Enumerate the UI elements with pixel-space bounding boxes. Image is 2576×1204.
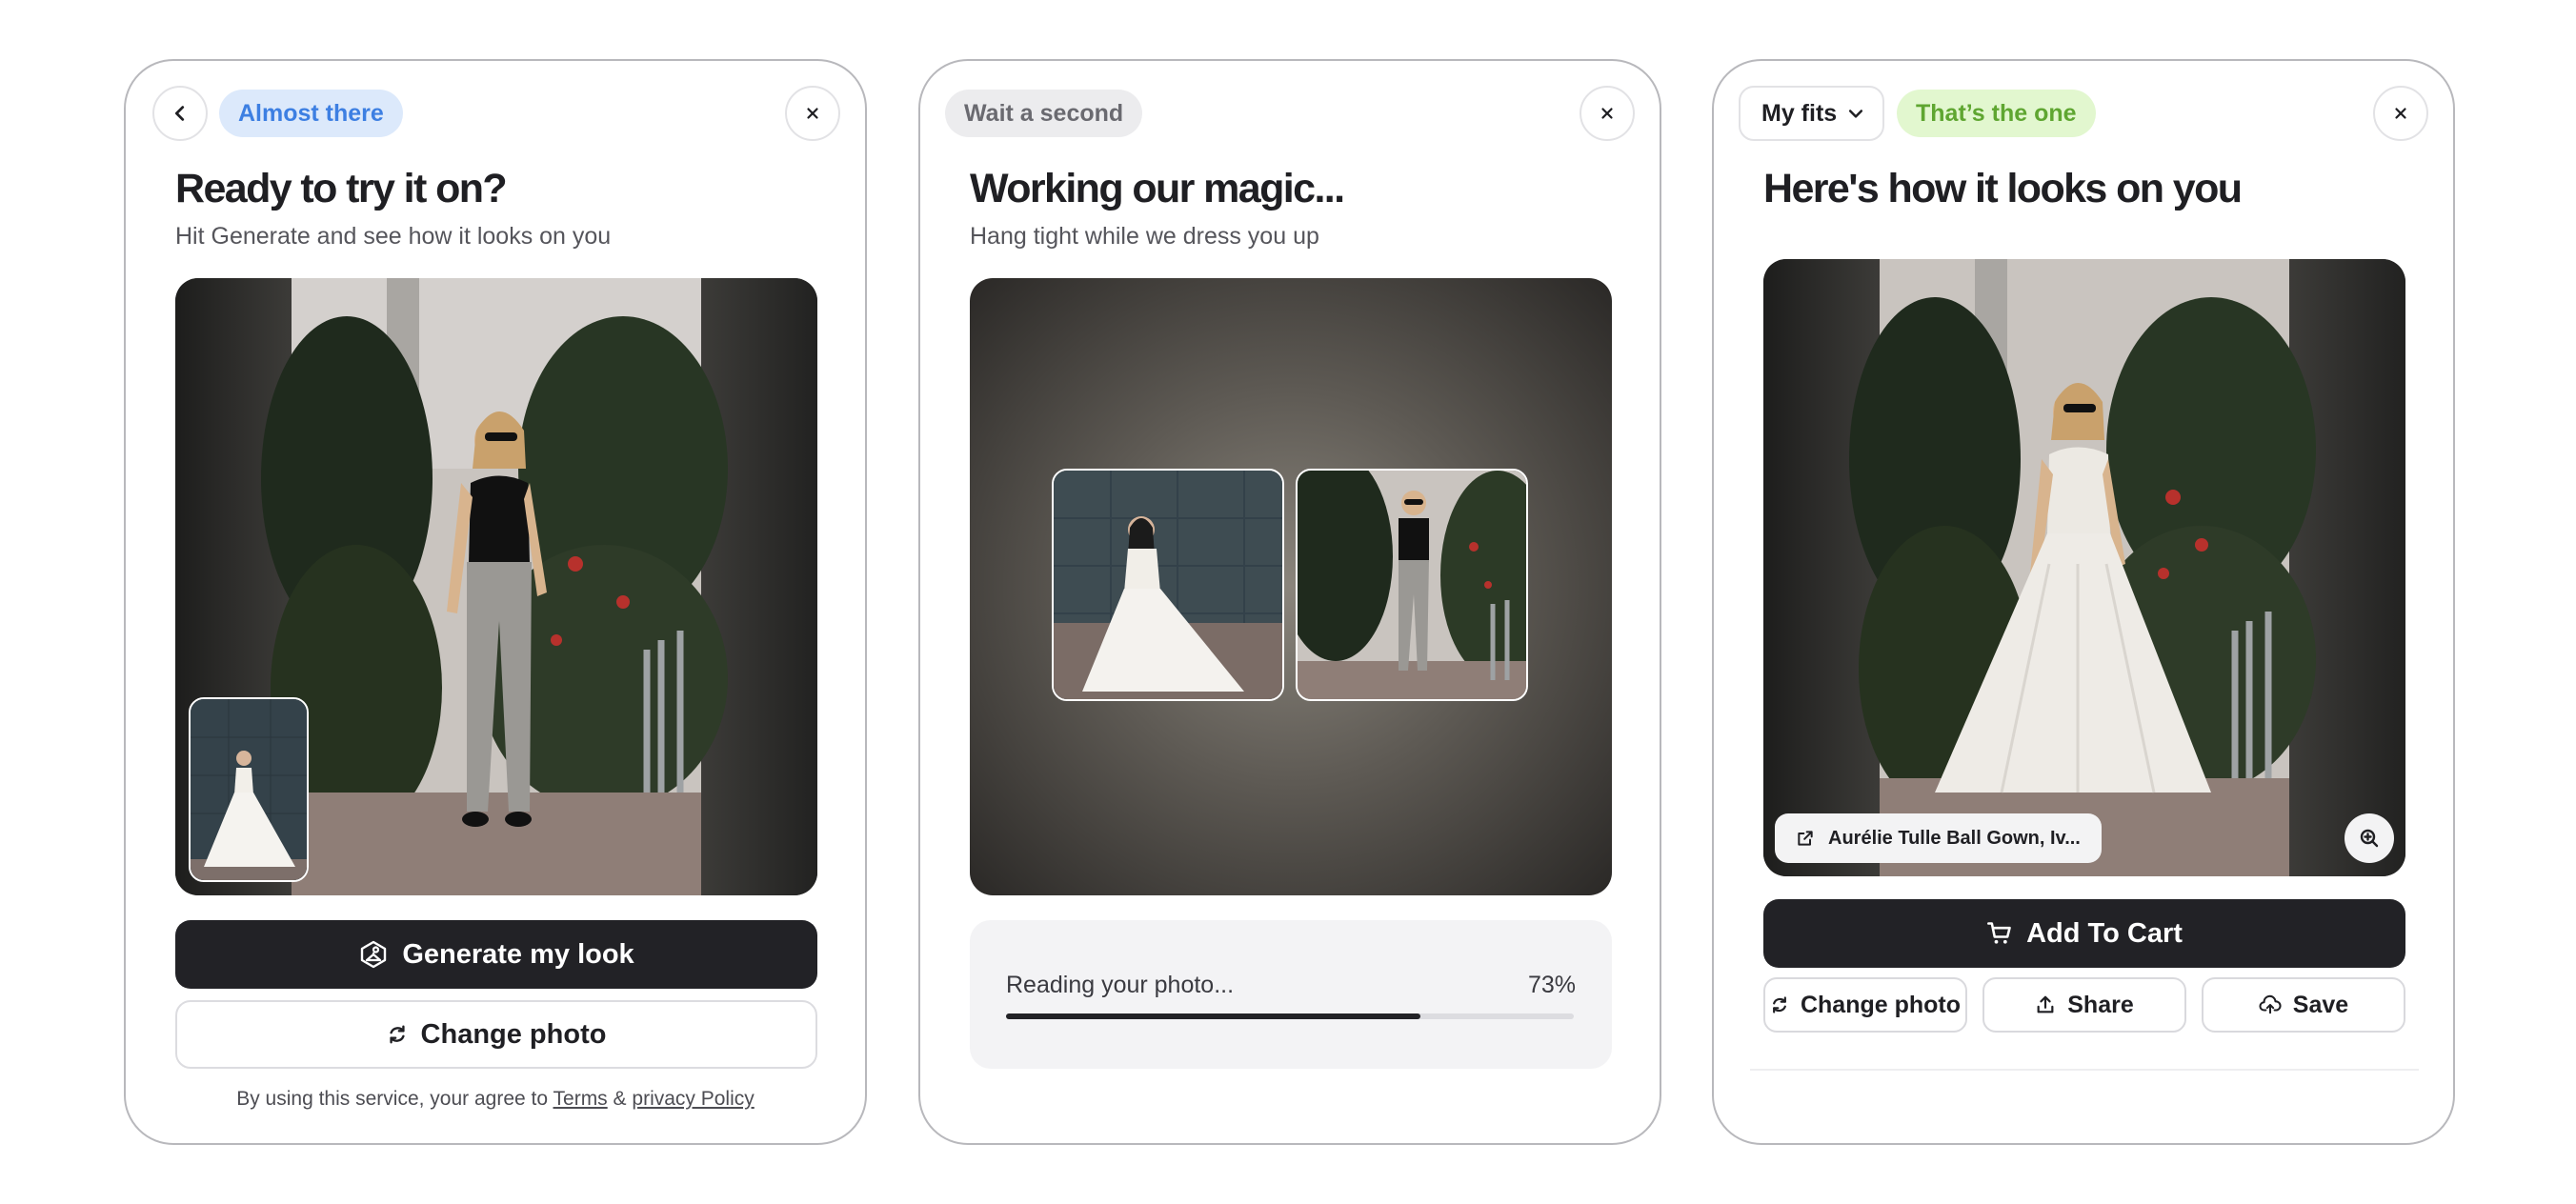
generating-panel: Wait a second Working our magic... Hang … [918,59,1661,1145]
outfit-image [1052,469,1284,701]
progress-percent: 73% [1527,972,1576,998]
generate-look-label: Generate my look [402,938,634,970]
page-subtitle: Hit Generate and see how it looks on you [175,223,612,250]
cart-icon [1987,922,2011,944]
add-to-cart-button[interactable]: Add To Cart [1763,899,2405,968]
page-title: Working our magic... [970,166,1345,211]
share-label: Share [2067,991,2134,1018]
close-button[interactable] [1580,86,1635,141]
result-photo-illustration [1763,259,2405,876]
hanger-icon [361,940,387,969]
refresh-icon [389,1025,405,1044]
generate-look-button[interactable]: Generate my look [175,920,817,989]
progress-card: Reading your photo... 73% [970,920,1612,1069]
terms-link[interactable]: Terms [553,1088,608,1110]
legal-notice: By using this service, your agree to Ter… [126,1088,865,1111]
result-panel: My fits That’s the one Here's how it loo… [1712,59,2455,1145]
change-photo-label: Change photo [1800,991,1962,1018]
my-fits-dropdown[interactable]: My fits [1739,86,1885,141]
status-pill: Wait a second [945,90,1143,137]
close-button[interactable] [785,86,840,141]
save-label: Save [2292,991,2349,1018]
close-icon [1601,108,1613,119]
zoom-button[interactable] [2345,813,2394,863]
change-photo-button[interactable]: Change photo [175,1000,817,1069]
page-title: Ready to try it on? [175,166,508,211]
external-link-icon [1798,831,1813,846]
close-icon [807,108,818,119]
status-pill: That’s the one [1897,90,2096,137]
try-on-ready-panel: Almost there Ready to try it on? Hit Gen… [124,59,867,1145]
chevron-left-icon [174,106,185,121]
add-to-cart-label: Add To Cart [2026,917,2183,949]
cloud-upload-icon [2259,994,2282,1014]
privacy-policy-link[interactable]: privacy Policy [632,1088,754,1110]
progress-track [1006,1013,1574,1019]
close-icon [2395,108,2406,119]
share-icon [2037,995,2054,1013]
refresh-icon [1773,996,1786,1013]
progress-label: Reading your photo... [1006,972,1235,998]
change-photo-label: Change photo [420,1018,607,1050]
result-photo: Aurélie Tulle Ball Gown, Iv... [1763,259,2405,876]
chevron-down-icon [1849,110,1863,118]
save-button[interactable]: Save [2202,977,2405,1033]
back-button[interactable] [152,86,208,141]
page-subtitle: Hang tight while we dress you up [970,223,1319,250]
share-button[interactable]: Share [1982,977,2186,1033]
zoom-in-icon [2360,829,2379,848]
legal-prefix: By using this service, your agree to [236,1088,549,1110]
user-image [1296,469,1528,701]
page-title: Here's how it looks on you [1763,166,2243,211]
close-button[interactable] [2373,86,2428,141]
outfit-thumbnail [189,697,309,882]
change-photo-button[interactable]: Change photo [1763,977,1967,1033]
my-fits-label: My fits [1761,99,1838,127]
legal-ampersand: & [613,1088,627,1110]
user-photo [175,278,817,895]
progress-fill [1006,1013,1421,1019]
blurred-preview [970,278,1612,895]
product-link-chip[interactable]: Aurélie Tulle Ball Gown, Iv... [1775,813,2102,863]
divider [1750,1069,2419,1071]
product-name: Aurélie Tulle Ball Gown, Iv... [1828,827,2081,849]
status-pill: Almost there [219,90,403,137]
